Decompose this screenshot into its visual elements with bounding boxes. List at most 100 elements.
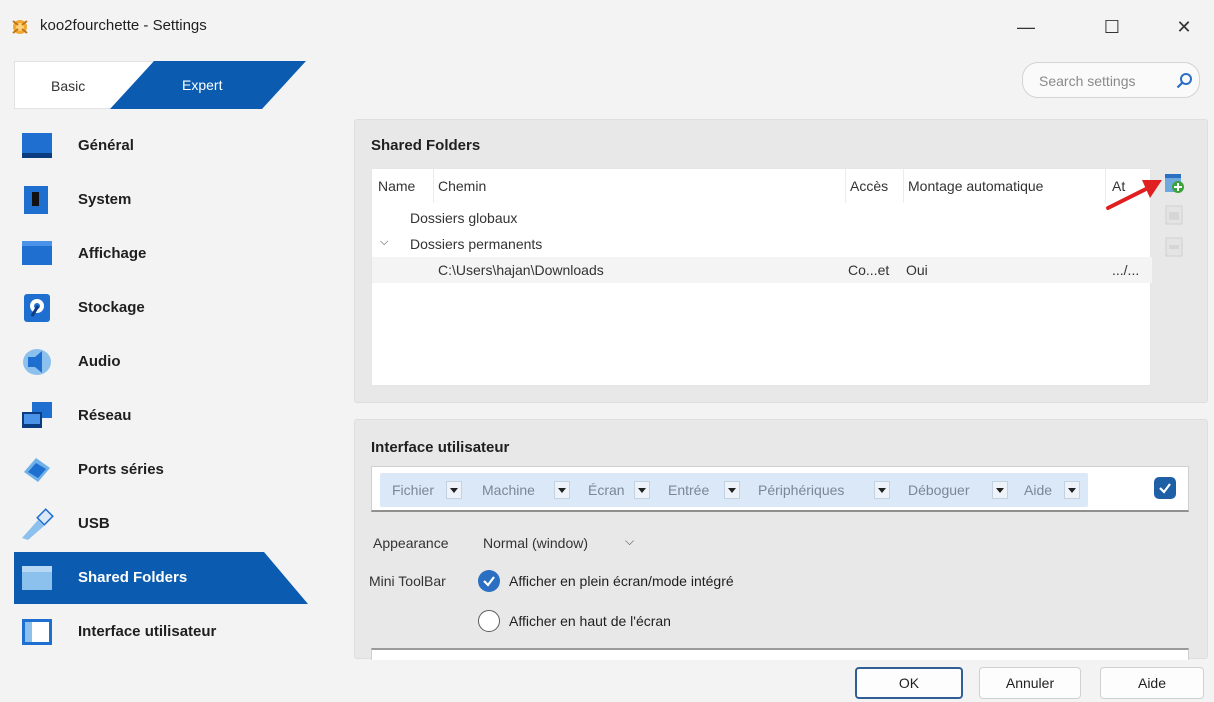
check-icon — [1159, 483, 1171, 494]
window-title: koo2fourchette - Settings — [40, 17, 207, 34]
user-interface-panel: Interface utilisateur Fichier Machine Éc… — [354, 419, 1208, 660]
menu-bar-enabled-checkbox[interactable] — [1154, 477, 1176, 499]
network-icon — [22, 402, 52, 428]
fullscreen-toolbar-label[interactable]: Afficher en plein écran/mode intégré — [509, 573, 734, 589]
sidebar-item-label: Shared Folders — [78, 569, 188, 586]
maximize-icon: ☐ — [1103, 16, 1121, 37]
shared-folders-panel: Shared Folders Name Chemin Accès Montage… — [354, 119, 1208, 403]
column-header-name[interactable]: Name — [372, 169, 434, 203]
menu-item-screen[interactable]: Écran — [576, 473, 656, 507]
user-interface-title: Interface utilisateur — [371, 439, 510, 456]
sidebar-item-system[interactable]: System — [14, 174, 308, 226]
dropdown-arrow-icon[interactable] — [446, 481, 462, 499]
usb-icon — [22, 508, 54, 540]
sidebar-item-serial-ports[interactable]: Ports séries — [14, 444, 308, 496]
menu-item-help[interactable]: Aide — [1014, 473, 1088, 507]
dropdown-arrow-icon[interactable] — [724, 481, 740, 499]
tab-expert[interactable]: Expert — [110, 61, 306, 109]
appearance-label: Appearance — [373, 535, 449, 551]
serial-ports-icon — [24, 458, 50, 482]
close-button[interactable]: ✕ — [1162, 12, 1206, 42]
folder-auto-mount: Oui — [906, 262, 928, 278]
menu-item-label: Périphériques — [758, 482, 845, 498]
settings-sidebar: Général System Affichage Stockage Audio … — [14, 120, 308, 660]
search-settings[interactable] — [1022, 62, 1200, 98]
top-toolbar-label[interactable]: Afficher en haut de l'écran — [509, 613, 671, 629]
help-button[interactable]: Aide — [1100, 667, 1204, 699]
display-icon — [22, 241, 52, 265]
annotation-arrow — [1106, 180, 1162, 210]
shared-folders-title: Shared Folders — [371, 137, 481, 154]
virtualbox-app-icon — [12, 20, 28, 34]
sidebar-item-general[interactable]: Général — [14, 120, 308, 172]
menu-item-label: Machine — [482, 482, 535, 498]
edit-shared-folder-icon[interactable] — [1163, 204, 1185, 226]
sidebar-item-network[interactable]: Réseau — [14, 390, 308, 442]
close-icon: ✕ — [1176, 16, 1192, 37]
sidebar-item-user-interface[interactable]: Interface utilisateur — [14, 606, 308, 658]
ok-button[interactable]: OK — [855, 667, 963, 699]
mode-tabs: Basic Expert — [14, 61, 306, 109]
system-icon — [24, 186, 48, 214]
column-header-auto-mount[interactable]: Montage automatique — [904, 169, 1106, 203]
sidebar-item-label: Ports séries — [78, 461, 164, 478]
column-header-access[interactable]: Accès — [846, 169, 904, 203]
tree-group-label: Dossiers permanents — [410, 236, 543, 252]
tree-group-label: Dossiers globaux — [410, 210, 518, 226]
dropdown-arrow-icon[interactable] — [634, 481, 650, 499]
tab-basic-label: Basic — [51, 78, 86, 94]
title-bar: koo2fourchette - Settings — ☐ ✕ — [0, 0, 1214, 52]
table-row[interactable]: C:\Users\hajan\Downloads Co...et Oui ...… — [372, 257, 1152, 283]
tab-expert-label: Expert — [182, 77, 223, 93]
folder-access: Co...et — [848, 262, 890, 278]
menu-item-file[interactable]: Fichier — [380, 473, 470, 507]
minimize-button[interactable]: — — [1004, 12, 1048, 42]
dropdown-arrow-icon[interactable] — [874, 481, 890, 499]
menu-item-machine[interactable]: Machine — [470, 473, 576, 507]
tree-group-global[interactable]: Dossiers globaux — [372, 205, 1152, 231]
cancel-button[interactable]: Annuler — [979, 667, 1081, 699]
fullscreen-toolbar-checkbox[interactable] — [478, 570, 500, 592]
chevron-down-icon[interactable]: ⌵ — [380, 236, 388, 249]
sidebar-item-display[interactable]: Affichage — [14, 228, 308, 280]
column-header-path[interactable]: Chemin — [434, 169, 846, 203]
storage-icon — [24, 294, 50, 322]
sidebar-item-shared-folders[interactable]: Shared Folders — [14, 552, 308, 604]
search-input[interactable] — [1039, 71, 1167, 91]
sidebar-item-audio[interactable]: Audio — [14, 336, 308, 388]
dropdown-arrow-icon[interactable] — [554, 481, 570, 499]
menu-item-label: Déboguer — [908, 482, 970, 498]
maximize-button[interactable]: ☐ — [1090, 12, 1134, 42]
sidebar-item-label: Général — [78, 137, 134, 154]
menu-item-label: Fichier — [392, 482, 435, 498]
menu-item-devices[interactable]: Périphériques — [746, 473, 896, 507]
sidebar-item-usb[interactable]: USB — [14, 498, 308, 550]
dropdown-arrow-icon[interactable] — [1064, 481, 1080, 499]
tree-group-permanent[interactable]: ⌵ Dossiers permanents — [372, 231, 1152, 257]
menu-item-debug[interactable]: Déboguer — [896, 473, 1014, 507]
appearance-select[interactable]: Normal (window) ⌵ — [479, 531, 645, 557]
search-icon[interactable] — [1175, 72, 1193, 90]
sidebar-item-label: Audio — [78, 353, 121, 370]
next-section-frame — [371, 648, 1189, 660]
shared-folders-table[interactable]: Name Chemin Accès Montage automatique At… — [371, 168, 1152, 386]
sidebar-item-label: System — [78, 191, 132, 208]
menu-bar-editor: Fichier Machine Écran Entrée Périphériqu… — [371, 466, 1189, 512]
settings-window: koo2fourchette - Settings — ☐ ✕ Basic Ex… — [0, 0, 1214, 702]
general-icon — [22, 133, 52, 158]
chevron-down-icon: ⌵ — [625, 534, 635, 548]
shared-folders-icon — [22, 566, 52, 590]
menu-bar-preview: Fichier Machine Écran Entrée Périphériqu… — [380, 473, 1088, 507]
sidebar-item-label: USB — [78, 515, 110, 532]
sidebar-item-label: Affichage — [78, 245, 147, 262]
folder-path: C:\Users\hajan\Downloads — [438, 262, 604, 278]
sidebar-item-storage[interactable]: Stockage — [14, 282, 308, 334]
minimize-icon: — — [1017, 16, 1035, 37]
remove-shared-folder-icon[interactable] — [1163, 236, 1185, 258]
appearance-value: Normal (window) — [483, 535, 589, 551]
sidebar-item-label: Stockage — [78, 299, 145, 316]
menu-item-input[interactable]: Entrée — [656, 473, 746, 507]
add-shared-folder-icon[interactable] — [1163, 172, 1185, 194]
top-toolbar-checkbox[interactable] — [478, 610, 500, 632]
dropdown-arrow-icon[interactable] — [992, 481, 1008, 499]
